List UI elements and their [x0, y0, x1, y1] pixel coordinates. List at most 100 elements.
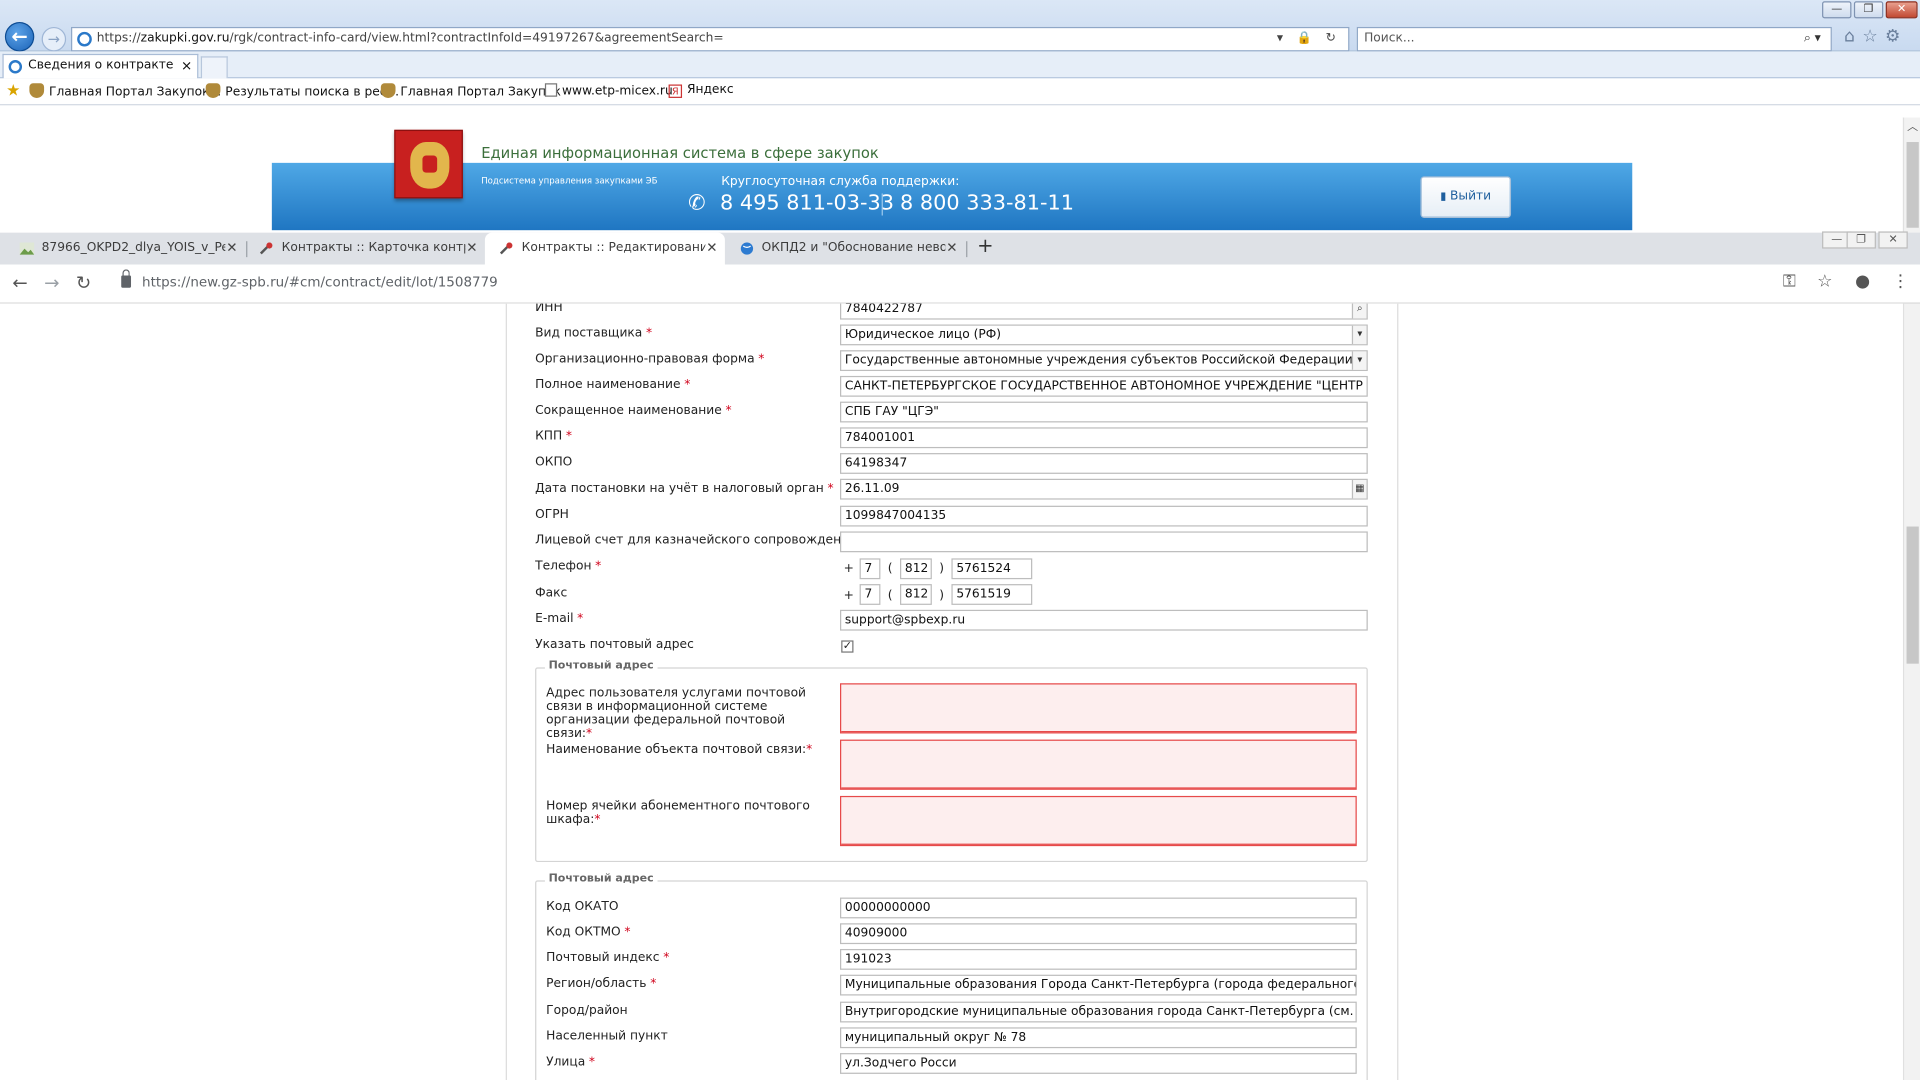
forward-arrow-icon[interactable]: →	[41, 26, 67, 52]
required-mark: *	[684, 378, 691, 392]
ie-new-tab-button[interactable]	[200, 56, 228, 79]
favorite-label: Результаты поиска в рее...	[225, 85, 399, 100]
favorite-label: www.etp-micex.ru	[562, 84, 673, 98]
short-name-field[interactable]: СПБ ГАУ "ЦГЭ"	[840, 401, 1368, 423]
chrome-tab-label: 87966_OKPD2_dlya_YOIS_v_Pere	[41, 241, 226, 255]
lock-icon	[121, 269, 132, 288]
phone-close-paren: )	[939, 562, 944, 576]
okpo-field[interactable]: 64198347	[840, 453, 1368, 474]
phone-code-field[interactable]: 812	[900, 558, 932, 580]
full-name-label: Полное наименование *	[535, 378, 691, 392]
address-legend: Почтовый адрес	[544, 873, 658, 886]
back-arrow-icon[interactable]: ←	[4, 22, 35, 52]
favorite-link-5[interactable]: Я Яндекс	[668, 83, 734, 98]
logout-button[interactable]: ▮ Выйти	[1420, 176, 1512, 218]
new-tab-plus-icon[interactable]: +	[977, 234, 993, 257]
postal-object-field[interactable]	[840, 739, 1357, 790]
favorites-bar: ★ Главная Портал Закупок... Результаты п…	[0, 78, 1920, 106]
po-box-cell-field[interactable]	[840, 795, 1357, 847]
email-field[interactable]: support@spbexp.ru	[840, 609, 1368, 631]
menu-kebab-icon[interactable]: ⋮	[1892, 272, 1909, 292]
ie-tab-contract-info[interactable]: Сведения о контракте ×	[2, 53, 199, 79]
account-field[interactable]	[840, 531, 1368, 553]
close-icon[interactable]: ✕	[706, 233, 717, 265]
city-field[interactable]: Внутригородские муниципальные образовани…	[840, 1001, 1357, 1023]
postal-address-legend: Почтовый адрес	[544, 660, 658, 673]
calendar-icon[interactable]: ▦	[1351, 480, 1367, 499]
chevron-down-icon[interactable]: ▾	[1351, 351, 1367, 370]
address-tools-icon[interactable]: ▾ 🔒 ↻	[1277, 28, 1341, 50]
org-form-select[interactable]: Государственные автономные учреждения су…	[840, 350, 1368, 372]
back-arrow-icon[interactable]: ←	[12, 272, 27, 294]
required-mark: *	[827, 482, 834, 496]
magnifier-icon[interactable]: ⌕	[1351, 303, 1367, 319]
account-icon[interactable]: ●	[1855, 272, 1870, 292]
phone-number-field[interactable]: 5761524	[951, 558, 1033, 580]
postal-object-label: Наименование объекта почтовой связи:*	[546, 743, 813, 757]
scroll-up-icon[interactable]: ︿	[1905, 118, 1920, 133]
org-form-label: Организационно-правовая форма *	[535, 352, 765, 367]
ie-scroll-thumb-top[interactable]	[1906, 142, 1919, 228]
tax-date-value: 26.11.09	[844, 482, 900, 496]
forward-arrow-icon[interactable]: →	[44, 272, 59, 294]
chrome-restore-button[interactable]: ❐	[1846, 231, 1876, 249]
fax-country-field[interactable]: 7	[859, 584, 881, 605]
close-icon[interactable]: ×	[181, 55, 192, 77]
okato-field[interactable]: 00000000000	[840, 897, 1357, 919]
user-address-field[interactable]	[840, 683, 1357, 734]
region-field[interactable]: Муниципальные образования Города Санкт-П…	[840, 974, 1357, 996]
favorite-link-3[interactable]: Главная Портал Закупок	[380, 83, 561, 99]
favorite-label: Главная Портал Закупок...	[48, 85, 222, 100]
tax-date-field[interactable]: 26.11.09 ▦	[840, 478, 1368, 500]
ie-search-box[interactable]: Поиск... ⌕ ▾	[1356, 26, 1832, 52]
kpp-field[interactable]: 784001001	[840, 427, 1368, 449]
ie-address-bar[interactable]: https://zakupki.gov.ru/rgk/contract-info…	[71, 26, 1350, 52]
favorite-link-2[interactable]: Результаты поиска в рее...	[205, 83, 399, 100]
home-favorites-tools-icons[interactable]: ⌂☆⚙	[1844, 27, 1917, 51]
favorites-star-icon[interactable]: ★	[6, 82, 20, 100]
required-mark: *	[645, 326, 653, 341]
fax-open-paren: (	[887, 588, 893, 603]
chrome-url[interactable]: https://new.gz-spb.ru/#cm/contract/edit/…	[142, 274, 498, 290]
fax-code-field[interactable]: 812	[900, 584, 932, 605]
logout-label: Выйти	[1450, 189, 1492, 204]
phone-country-field[interactable]: 7	[859, 558, 881, 580]
chrome-tab-contract-card[interactable]: Контракты :: Карточка контракта ✕	[245, 233, 485, 265]
ogrn-field[interactable]: 1099847004135	[840, 505, 1368, 527]
chrome-tab-okpd2-article[interactable]: ОКПД2 и "Обоснование невозм ✕	[725, 233, 965, 265]
oktmo-field[interactable]: 40909000	[840, 923, 1357, 945]
full-name-field[interactable]: САНКТ-ПЕТЕРБУРГСКОЕ ГОСУДАРСТВЕННОЕ АВТО…	[840, 375, 1368, 397]
reload-icon[interactable]: ↻	[76, 272, 91, 294]
bookmark-star-icon[interactable]: ☆	[1817, 272, 1832, 292]
supplier-type-select[interactable]: Юридическое лицо (РФ) ▾	[840, 324, 1368, 346]
close-icon[interactable]: ✕	[466, 233, 477, 265]
chrome-tab-okpd2-file[interactable]: 87966_OKPD2_dlya_YOIS_v_Pere ✕	[5, 233, 245, 265]
ie-minimize-button[interactable]: —	[1822, 1, 1852, 19]
postal-address-checkbox[interactable]: ✓	[841, 640, 854, 653]
favorite-link-4[interactable]: www.etp-micex.ru	[544, 83, 673, 98]
ie-close-button[interactable]: ✕	[1885, 1, 1918, 19]
chrome-close-button[interactable]: ✕	[1878, 231, 1908, 249]
close-icon[interactable]: ✕	[946, 233, 957, 265]
region-label: Регион/область *	[546, 977, 657, 991]
chevron-down-icon[interactable]: ▾	[1351, 325, 1367, 345]
zakupki-header-top	[271, 106, 1633, 163]
required-mark: *	[577, 612, 584, 626]
fax-label: Факс	[535, 586, 568, 601]
ie-scroll-thumb[interactable]	[1906, 526, 1919, 664]
street-field[interactable]: ул.Зодчего Росси	[840, 1053, 1357, 1074]
org-form-value: Государственные автономные учреждения су…	[844, 353, 1353, 368]
chrome-tab-contract-edit[interactable]: Контракты :: Редактирование ко ✕	[484, 232, 725, 265]
ie-titlebar: — ❐ ✕ ← → https://zakupki.gov.ru/rgk/con…	[0, 0, 1920, 52]
chrome-tab-label: ОКПД2 и "Обоснование невозм	[761, 241, 946, 255]
key-icon[interactable]: ⚿	[1783, 272, 1796, 292]
fax-number-field[interactable]: 5761519	[951, 584, 1033, 605]
postal-index-field[interactable]: 191023	[840, 948, 1357, 970]
favorite-link-1[interactable]: Главная Портал Закупок...	[29, 83, 221, 99]
ie-maximize-button[interactable]: ❐	[1853, 1, 1884, 19]
inn-field[interactable]: 7840422787 ⌕	[840, 303, 1368, 320]
search-icon[interactable]: ⌕ ▾	[1804, 28, 1821, 50]
required-mark: *	[650, 977, 657, 991]
close-icon[interactable]: ✕	[226, 233, 237, 265]
settlement-field[interactable]: муниципальный округ № 78	[840, 1027, 1357, 1049]
